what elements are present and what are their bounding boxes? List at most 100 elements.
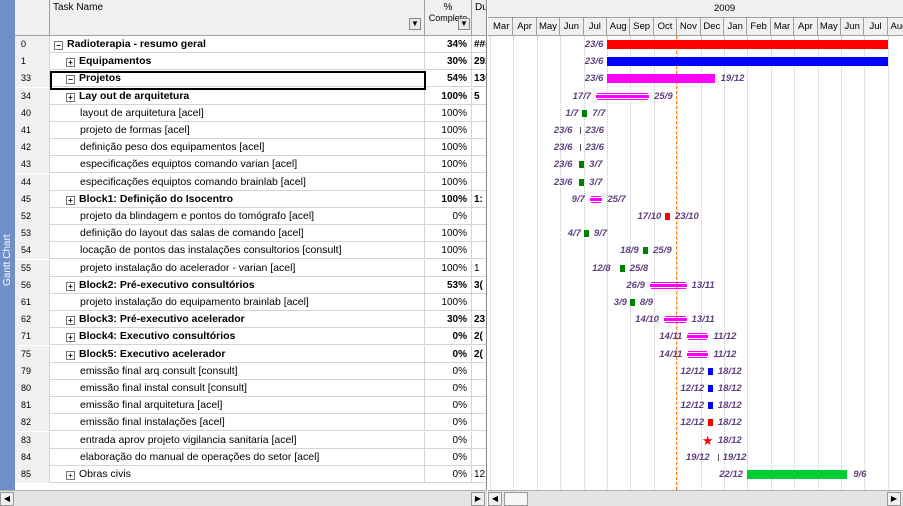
duration-cell[interactable]: 2( <box>472 328 486 345</box>
percent-complete-cell[interactable]: 0% <box>425 466 472 483</box>
row-id[interactable]: 62 <box>15 311 50 329</box>
percent-complete-cell[interactable]: 100% <box>425 259 472 277</box>
task-row[interactable]: 80 emissão final instal consult [consult… <box>15 380 486 397</box>
row-id[interactable]: 1 <box>15 53 50 71</box>
group-bar[interactable] <box>687 335 709 339</box>
row-id[interactable]: 41 <box>15 122 50 139</box>
duration-cell[interactable] <box>472 432 486 449</box>
row-id[interactable]: 54 <box>15 242 50 260</box>
task-bar[interactable] <box>583 230 589 238</box>
percent-complete-cell[interactable]: 53% <box>425 276 472 294</box>
percent-complete-cell[interactable]: 100% <box>425 173 472 191</box>
task-row[interactable]: 40 layout de arquitetura [acel] 100% <box>15 104 486 122</box>
task-row[interactable]: 41 projeto de formas [acel] 100% <box>15 122 486 139</box>
task-bar[interactable] <box>707 419 713 427</box>
task-name-cell[interactable]: projeto de formas [acel] <box>50 122 425 139</box>
percent-complete-cell[interactable]: 100% <box>425 225 472 243</box>
column-header-duration[interactable]: Dur <box>472 0 486 36</box>
gantt-chart[interactable]: 2009 Mar Apr May Jun Jul Aug Sep Oct Nov Dec Jan Fe… <box>488 0 903 490</box>
task-name-dropdown-icon[interactable]: ▼ <box>409 18 421 30</box>
duration-cell[interactable]: 3( <box>472 277 486 294</box>
task-name-cell[interactable]: projeto da blindagem e pontos do tomógra… <box>50 208 425 225</box>
summary-bar[interactable] <box>746 470 848 479</box>
scroll-right-icon[interactable]: ▶ <box>471 492 485 506</box>
task-name-cell[interactable]: + Equipamentos <box>50 53 425 71</box>
task-bar[interactable] <box>664 213 670 220</box>
expand-icon[interactable]: + <box>66 92 75 102</box>
task-name-cell[interactable]: + Lay out de arquitetura <box>50 87 425 105</box>
column-header-id[interactable] <box>15 0 50 36</box>
group-bar[interactable] <box>589 197 603 201</box>
task-name-cell[interactable]: especificações equiptos comando varian [… <box>50 156 425 174</box>
gantt-scroll-right-icon[interactable]: ▶ <box>887 492 901 506</box>
view-bar[interactable]: Gantt Chart <box>0 0 15 490</box>
percent-complete-cell[interactable]: 0% <box>425 345 472 363</box>
percent-complete-cell[interactable]: 100% <box>425 122 472 139</box>
task-row[interactable]: 53 definição do layout das salas de coman… <box>15 225 486 243</box>
percent-complete-cell[interactable]: 0% <box>425 414 472 432</box>
percent-complete-cell[interactable]: 0% <box>425 328 472 346</box>
duration-cell[interactable] <box>472 449 486 466</box>
summary-bar[interactable] <box>607 40 888 49</box>
gantt-scroll-left-icon[interactable]: ◀ <box>488 492 502 506</box>
task-row[interactable]: 61 projeto instalação do equipamento bra… <box>15 294 486 311</box>
duration-cell[interactable] <box>472 294 486 311</box>
row-id[interactable]: 55 <box>15 259 50 277</box>
task-name-cell[interactable]: emissão final arq consult [consult] <box>50 362 425 380</box>
row-id[interactable]: 75 <box>15 345 50 363</box>
percent-complete-cell[interactable]: 0% <box>425 431 472 449</box>
gantt-scroll-thumb[interactable] <box>504 492 528 506</box>
task-bar[interactable] <box>707 402 713 410</box>
row-id[interactable]: 40 <box>15 104 50 122</box>
row-id[interactable]: 82 <box>15 414 50 432</box>
duration-cell[interactable] <box>472 380 486 397</box>
task-bar[interactable] <box>629 299 635 306</box>
duration-cell[interactable] <box>472 122 486 139</box>
row-id[interactable]: 71 <box>15 328 50 346</box>
gantt-horizontal-scrollbar[interactable]: ◀ ▶ <box>488 490 903 506</box>
task-name-cell[interactable]: + Block5: Executivo acelerador <box>50 345 425 363</box>
task-row[interactable]: 82 emissão final instalações [acel] 0% <box>15 414 486 432</box>
task-name-cell[interactable]: emissão final instal consult [consult] <box>50 380 425 397</box>
task-row[interactable]: 52 projeto da blindagem e pontos do tomóg… <box>15 208 486 225</box>
group-bar[interactable] <box>649 283 687 287</box>
task-row[interactable]: 81 emissão final arquitetura [acel] 0% <box>15 397 486 415</box>
duration-cell[interactable]: 5 <box>472 88 486 105</box>
task-row[interactable]: 45 + Block1: Definição do Isocentro 100% 1: <box>15 190 486 208</box>
task-name-cell[interactable]: + Block1: Definição do Isocentro <box>50 190 425 208</box>
column-header-percent-complete[interactable]: % Complete ▼ <box>425 0 472 36</box>
percent-complete-cell[interactable]: 100% <box>425 242 472 260</box>
duration-cell[interactable] <box>472 105 486 122</box>
task-name-cell[interactable]: emissão final arquitetura [acel] <box>50 397 425 415</box>
row-id[interactable]: 84 <box>15 448 50 466</box>
task-bar[interactable] <box>707 385 713 392</box>
task-row[interactable]: 79 emissão final arq consult [consult] 0% <box>15 362 486 380</box>
task-bar[interactable] <box>619 264 625 272</box>
milestone-marker[interactable] <box>580 144 582 152</box>
row-id[interactable]: 56 <box>15 276 50 294</box>
task-name-cell[interactable]: definição do layout das salas de comando… <box>50 225 425 243</box>
row-id[interactable]: 44 <box>15 173 50 191</box>
group-bar[interactable] <box>663 318 687 322</box>
duration-cell[interactable]: 292 <box>472 53 486 70</box>
row-id[interactable]: 79 <box>15 362 50 380</box>
table-horizontal-scrollbar[interactable]: ◀ ▶ <box>0 490 487 506</box>
percent-complete-cell[interactable]: 0% <box>425 448 472 466</box>
task-name-cell[interactable]: + Block3: Pré-executivo acelerador <box>50 311 425 329</box>
task-row[interactable]: 56 + Block2: Pré-executivo consultórios 53%… <box>15 276 486 294</box>
percent-complete-cell[interactable]: 0% <box>425 362 472 380</box>
task-row[interactable]: 71 + Block4: Executivo consultórios 0% 2( <box>15 328 486 346</box>
percent-complete-cell[interactable]: 0% <box>425 380 472 397</box>
percent-complete-cell[interactable]: 30% <box>425 53 472 71</box>
task-row[interactable]: 55 projeto instalação do acelerador - var… <box>15 259 486 277</box>
row-id[interactable]: 34 <box>15 87 50 105</box>
percent-complete-cell[interactable]: 34% <box>425 36 472 53</box>
group-bar[interactable] <box>596 94 650 98</box>
duration-cell[interactable]: 23 <box>472 311 486 328</box>
task-name-cell[interactable]: elaboração do manual de operações do set… <box>50 448 425 466</box>
collapse-icon[interactable]: − <box>54 41 63 50</box>
task-name-cell[interactable]: emissão final instalações [acel] <box>50 414 425 432</box>
percent-complete-cell[interactable]: 100% <box>425 104 472 122</box>
row-id[interactable]: 42 <box>15 139 50 157</box>
task-bar[interactable] <box>582 109 588 117</box>
